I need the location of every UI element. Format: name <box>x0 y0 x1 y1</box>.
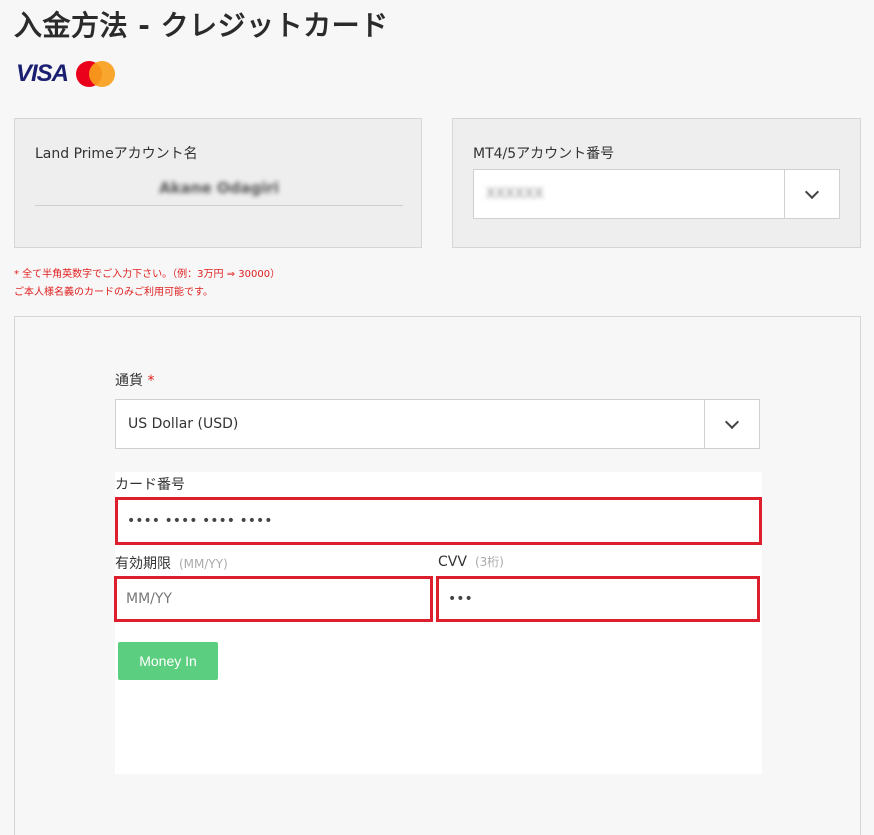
mt-account-label: MT4/5アカウント番号 <box>473 146 615 162</box>
page-title: 入金方法 - クレジットカード <box>14 9 389 42</box>
card-number-value: •••• •••• •••• •••• <box>127 513 273 529</box>
account-name-value: Akane Odagiri <box>159 179 279 197</box>
chevron-down-icon <box>724 414 740 429</box>
cvv-label: CVV (3桁) <box>438 553 504 570</box>
expiry-placeholder: MM/YY <box>126 591 172 607</box>
visa-logo: VISA <box>16 60 69 87</box>
chevron-down-icon <box>804 184 820 199</box>
expiry-label: 有効期限 (MM/YY) <box>115 553 228 573</box>
card-number-input[interactable]: •••• •••• •••• •••• <box>115 497 762 545</box>
note-own-card: ご本人様名義のカードのみご利用可能です。 <box>14 287 213 298</box>
cvv-hint: (3桁) <box>474 555 504 569</box>
expiry-label-text: 有効期限 <box>115 556 171 572</box>
currency-dropdown-toggle[interactable] <box>704 400 759 448</box>
mt-account-selected-value: XXXXXX <box>486 186 544 202</box>
expiry-input[interactable]: MM/YY <box>114 576 433 622</box>
card-number-label: カード番号 <box>115 477 185 493</box>
cvv-input[interactable]: ••• <box>436 576 760 622</box>
currency-selected-value: US Dollar (USD) <box>128 416 239 432</box>
currency-label: 通貨 * <box>115 370 154 390</box>
mt-account-select[interactable]: XXXXXX <box>473 169 840 219</box>
expiry-hint: (MM/YY) <box>179 557 228 571</box>
currency-label-text: 通貨 <box>115 373 143 389</box>
money-in-button[interactable]: Money In <box>118 642 218 680</box>
account-name-underline <box>35 205 403 206</box>
cvv-label-text: CVV <box>438 554 467 570</box>
note-halfwidth: * 全て半角英数字でご入力下さい。（例：3万円 ⇒ 30000） <box>14 269 281 280</box>
mt-account-panel: MT4/5アカウント番号 XXXXXX <box>452 118 861 248</box>
currency-select[interactable]: US Dollar (USD) <box>115 399 760 449</box>
account-name-panel: Land Primeアカウント名 Akane Odagiri <box>14 118 422 248</box>
cvv-value: ••• <box>448 591 473 607</box>
mt-account-dropdown-toggle[interactable] <box>784 170 839 218</box>
mastercard-logo-yellow-circle <box>89 61 115 87</box>
account-name-label: Land Primeアカウント名 <box>35 146 198 162</box>
required-mark: * <box>147 373 155 389</box>
input-notes: * 全て半角英数字でご入力下さい。（例：3万円 ⇒ 30000） ご本人様名義の… <box>14 266 280 302</box>
card-brand-logos: VISA <box>16 60 116 88</box>
